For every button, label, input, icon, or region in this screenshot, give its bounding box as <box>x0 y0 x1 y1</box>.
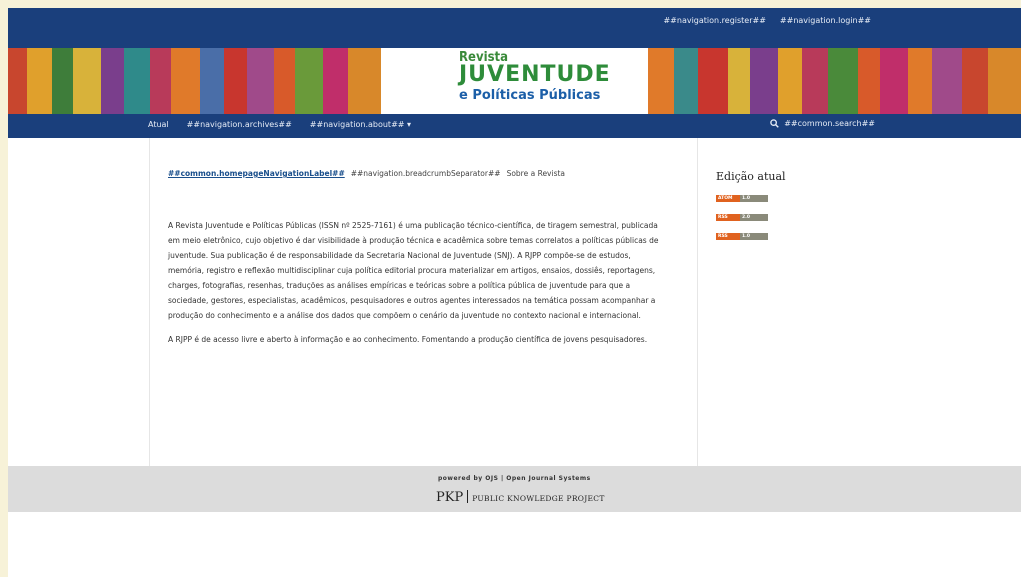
about-paragraph-2: A RJPP é de acesso livre e aberto à info… <box>168 335 648 344</box>
user-nav-bar: ##navigation.register## ##navigation.log… <box>8 8 1021 48</box>
about-paragraph-1: A Revista Juventude e Políticas Públicas… <box>168 221 659 320</box>
feed-type: ATOM <box>716 195 740 202</box>
ojs-powered-by-link[interactable]: powered by OJS | Open Journal Systems <box>438 475 591 482</box>
breadcrumb: ##common.homepageNavigationLabel## ##nav… <box>168 169 565 178</box>
nav-about-dropdown[interactable]: ##navigation.about## ▾ <box>310 120 411 129</box>
login-link[interactable]: ##navigation.login## <box>780 16 871 25</box>
rss1-feed-badge[interactable]: RSS 1.0 <box>716 233 768 240</box>
feed-version: 1.0 <box>740 233 768 240</box>
sidebar: Edição atual ATOM 1.0 RSS 2.0 RSS 1.0 <box>716 170 896 252</box>
feed-type: RSS <box>716 233 740 240</box>
main-content: ##common.homepageNavigationLabel## ##nav… <box>149 138 698 466</box>
journal-logo[interactable]: Revista JUVENTUDE e Políticas Públicas <box>381 48 648 114</box>
atom-feed-badge[interactable]: ATOM 1.0 <box>716 195 768 202</box>
breadcrumb-home-link[interactable]: ##common.homepageNavigationLabel## <box>168 169 345 178</box>
breadcrumb-current: Sobre a Revista <box>506 169 566 178</box>
search-icon <box>770 119 780 128</box>
logo-politicas-publicas: e Políticas Públicas <box>459 88 601 103</box>
pkp-logo-link[interactable]: PKP PUBLIC KNOWLEDGE PROJECT <box>436 486 605 505</box>
sidebar-current-issue-title: Edição atual <box>716 170 786 183</box>
banner-photo-collage-left <box>8 48 381 114</box>
about-journal-text: A Revista Juventude e Políticas Públicas… <box>168 218 668 356</box>
feed-version: 1.0 <box>740 195 768 202</box>
pkp-divider <box>467 490 469 503</box>
primary-nav: Atual ##navigation.archives## ##navigati… <box>148 120 411 129</box>
nav-current-issue[interactable]: Atual <box>148 120 169 129</box>
rss2-feed-badge[interactable]: RSS 2.0 <box>716 214 768 221</box>
register-link[interactable]: ##navigation.register## <box>663 16 765 25</box>
logo-juventude: JUVENTUDE <box>459 62 611 87</box>
browser-page: ##navigation.register## ##navigation.log… <box>8 8 1021 577</box>
search-link[interactable]: ##common.search## <box>770 119 875 128</box>
journal-banner[interactable]: Revista JUVENTUDE e Políticas Públicas <box>8 48 1021 114</box>
footer: powered by OJS | Open Journal Systems PK… <box>8 466 1021 512</box>
search-label: ##common.search## <box>784 119 875 128</box>
user-nav: ##navigation.register## ##navigation.log… <box>663 16 871 25</box>
feed-version: 2.0 <box>740 214 768 221</box>
pkp-full-name: PUBLIC KNOWLEDGE PROJECT <box>472 494 605 503</box>
feed-type: RSS <box>716 214 740 221</box>
banner-photo-collage-right <box>648 48 1021 114</box>
nav-archives[interactable]: ##navigation.archives## <box>187 120 292 129</box>
pkp-acronym: PKP <box>436 490 464 505</box>
breadcrumb-separator: ##navigation.breadcrumbSeparator## <box>350 169 501 178</box>
primary-nav-bar: Atual ##navigation.archives## ##navigati… <box>8 114 1021 138</box>
